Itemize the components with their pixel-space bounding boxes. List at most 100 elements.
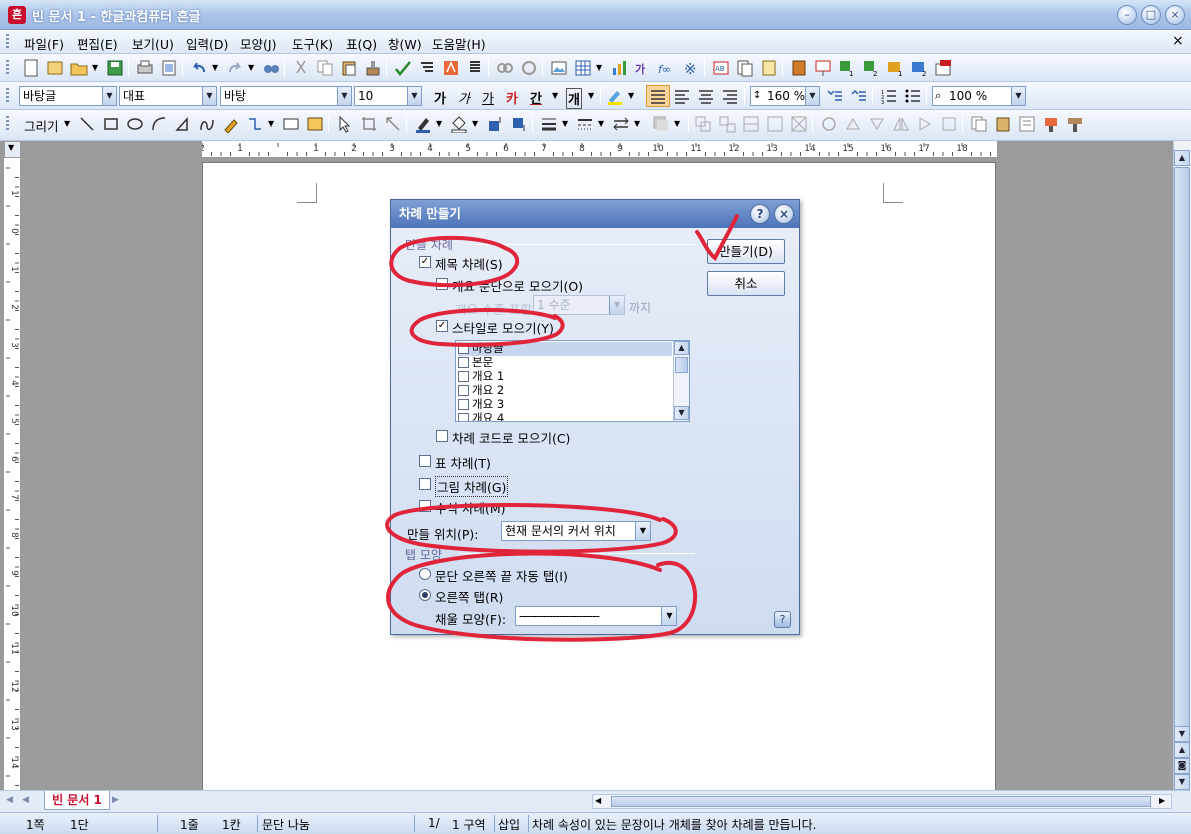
auto-tab-label[interactable]: 문단 오른쪽 끝 자동 탭(I) [435,566,568,585]
style-item-checkbox[interactable] [458,343,469,354]
close-icon[interactable]: × [774,204,794,224]
undo-icon[interactable] [190,59,208,77]
maximize-icon[interactable]: □ [1141,5,1161,25]
cancel-button[interactable]: 취소 [707,271,785,296]
hscroll-thumb[interactable] [611,796,1151,807]
menu-window[interactable]: 창(W) [388,34,422,53]
make-button[interactable]: 만들기(D) [707,239,785,264]
picture-toc-label[interactable]: 그림 차례(G) [435,476,509,497]
presentation-icon[interactable] [814,59,832,77]
character-shape-icon[interactable] [442,59,460,77]
picture-frame-icon[interactable] [306,115,324,133]
arc-tool-icon[interactable] [150,115,168,133]
style-item-checkbox[interactable] [458,413,469,421]
font-name-select[interactable]: 바탕 ▼ [220,86,352,106]
mail-merge-1-icon[interactable]: 1 [886,59,904,77]
insert-equation-icon[interactable]: f∞ [658,59,676,77]
list-scrollbar[interactable]: ▲ ▼ [673,341,689,421]
crop-icon[interactable] [360,115,378,133]
chevron-down-icon[interactable]: ▼ [436,119,442,128]
align-objects-icon[interactable] [742,115,760,133]
list-scroll-down-icon[interactable]: ▼ [674,406,689,420]
format-object-icon[interactable] [1042,115,1060,133]
italic-button[interactable]: 가 [458,88,470,107]
line-weight-icon[interactable] [540,115,558,133]
code-collect-checkbox[interactable] [436,430,448,442]
redo-icon[interactable] [226,59,244,77]
chevron-down-icon[interactable]: ▼ [268,119,274,128]
zoom-select[interactable]: ⌕ 100 % ▼ [932,86,1026,106]
horizontal-scrollbar[interactable]: ◀ ▶ [592,794,1172,809]
distribute-icon[interactable] [766,115,784,133]
curve-tool-icon[interactable] [198,115,216,133]
freehand-pen-icon[interactable] [222,115,240,133]
chevron-down-icon[interactable]: ▼ [634,119,640,128]
scroll-thumb[interactable] [1174,167,1190,727]
style-list[interactable]: 바탕글 본문 개요 1 개요 2 개요 3 개요 4 ▲ ▼ [455,340,690,422]
copy-icon[interactable] [316,59,334,77]
insert-file-icon[interactable] [736,59,754,77]
scroll-up-icon[interactable]: ▲ [1174,150,1190,166]
right-tab-label[interactable]: 오른쪽 탭(R) [435,587,503,606]
shadow-icon[interactable] [652,115,670,133]
line-style-icon[interactable] [576,115,594,133]
memo-icon[interactable] [760,59,778,77]
mail-merge-2-icon[interactable]: 2 [910,59,928,77]
scroll-down-icon[interactable]: ▼ [1174,726,1190,742]
line-color-icon[interactable] [414,115,432,133]
right-tab-radio[interactable] [419,589,431,601]
align-center-icon[interactable] [697,87,715,105]
fill-select[interactable]: ------------------------ ▼ [515,606,677,626]
outline-icon[interactable] [418,59,436,77]
copy-object-icon[interactable] [970,115,988,133]
style-item-checkbox[interactable] [458,385,469,396]
char-shade-button[interactable]: 개 [566,88,582,109]
chevron-down-icon[interactable]: ▼ [562,119,568,128]
format-painter-icon[interactable] [364,59,382,77]
dialog-title[interactable]: 차례 만들기 [391,200,799,228]
style-item-checkbox[interactable] [458,399,469,410]
rectangle-tool-icon[interactable] [102,115,120,133]
text-box-tool-icon[interactable] [282,115,300,133]
style-item-checkbox[interactable] [458,357,469,368]
hyperlink-icon[interactable] [496,59,514,77]
outline-checkbox[interactable] [436,278,448,290]
title-toc-checkbox[interactable]: ✓ [419,256,431,268]
page-select-icon[interactable]: ◙ [1174,758,1190,774]
word-convert-icon[interactable] [934,59,952,77]
numbered-list-icon[interactable]: 123 [880,87,898,105]
chevron-down-icon[interactable]: ▼ [92,63,98,72]
align-left-icon[interactable] [673,87,691,105]
align-right-icon[interactable] [721,87,739,105]
bookmark-icon[interactable] [520,59,538,77]
chevron-down-icon[interactable]: ▼ [472,119,478,128]
font-language-select[interactable]: 대표 ▼ [119,86,217,106]
group-icon[interactable] [694,115,712,133]
line-tool-icon[interactable] [78,115,96,133]
toolbar-grip-icon[interactable] [6,116,9,132]
toolbar-grip-icon[interactable] [6,88,9,104]
insert-table-icon[interactable] [574,59,592,77]
template-icon[interactable] [46,59,64,77]
align-justify-icon[interactable] [649,87,667,105]
chevron-down-icon[interactable]: ▼ [588,91,594,100]
list-scroll-up-icon[interactable]: ▲ [674,341,689,355]
bring-forward-icon[interactable] [486,115,504,133]
menu-tools[interactable]: 도구(K) [292,34,333,53]
menu-format[interactable]: 모양(J) [240,34,276,53]
equation-toc-label[interactable]: 수식 차례(M) [435,498,506,517]
flip-vertical-icon[interactable] [916,115,934,133]
horizontal-ruler[interactable]: 21123456789101112131415161718 [199,141,997,158]
next-page-icon[interactable]: ▼ [1174,774,1190,790]
slide-2-icon[interactable]: 2 [862,59,880,77]
minimize-icon[interactable]: – [1117,5,1137,25]
send-backward-icon[interactable] [510,115,528,133]
font-size-select[interactable]: 10 ▼ [354,86,422,106]
ruler-corner[interactable]: ▼ [4,141,21,158]
equation-toc-checkbox[interactable] [419,500,431,512]
outline-label[interactable]: 개요 문단으로 모으기(O) [452,276,583,295]
symbol-icon[interactable]: ※ [682,59,700,77]
bold-button[interactable]: 가 [434,88,446,107]
frame-icon[interactable] [790,115,808,133]
open-folder-icon[interactable] [70,59,88,77]
